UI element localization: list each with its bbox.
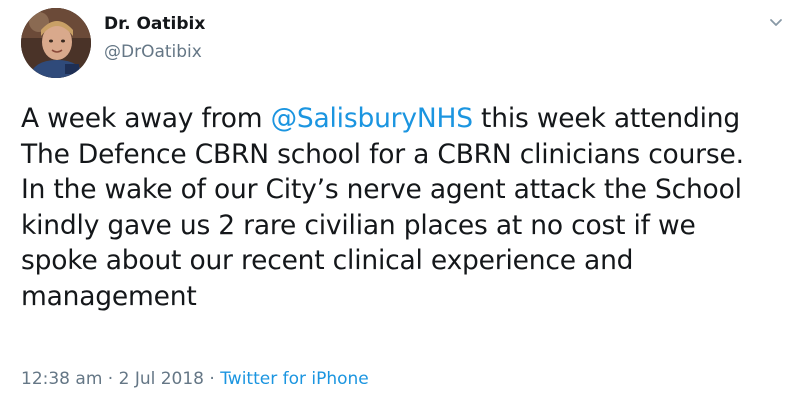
tweet-text-segment: A week away from <box>21 103 271 134</box>
tweet-line: management <box>21 280 197 312</box>
tweet-card: Dr. Oatibix @DrOatibix A week away from … <box>0 0 800 403</box>
tweet-menu-button[interactable] <box>766 12 786 32</box>
tweet-line: kindly gave us 2 rare civilian places at… <box>21 209 696 241</box>
tweet-line: The Defence CBRN school for a CBRN clini… <box>21 138 744 170</box>
author-display-name[interactable]: Dr. Oatibix <box>104 13 205 35</box>
chevron-down-icon <box>770 19 782 26</box>
avatar-photo <box>21 8 91 78</box>
tweet-timestamp[interactable]: 12:38 am <box>21 369 102 389</box>
author-handle[interactable]: @DrOatibix <box>104 41 202 63</box>
tweet-text: A week away from @SalisburyNHS this week… <box>21 101 791 314</box>
tweet-source-link[interactable]: Twitter for iPhone <box>220 369 369 389</box>
tweet-line: spoke about our recent clinical experien… <box>21 245 634 276</box>
meta-separator: · <box>204 369 221 389</box>
tweet-line: In the wake of our City’s nerve agent at… <box>21 174 742 205</box>
tweet-text-segment: this week attending <box>472 103 741 134</box>
meta-separator: · <box>102 369 119 389</box>
avatar[interactable] <box>21 8 91 78</box>
mention-link[interactable]: @SalisburyNHS <box>271 103 473 134</box>
tweet-line: A week away from @SalisburyNHS this week… <box>21 101 791 137</box>
tweet-metadata: 12:38 am · 2 Jul 2018 · Twitter for iPho… <box>21 368 369 390</box>
tweet-date[interactable]: 2 Jul 2018 <box>119 369 204 389</box>
